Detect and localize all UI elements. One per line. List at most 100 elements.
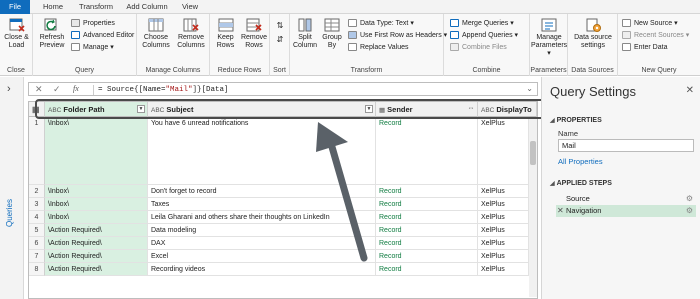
cell-displayto[interactable]: XelPlus	[478, 117, 529, 185]
tab-file[interactable]: File	[0, 0, 30, 14]
text-type-icon[interactable]: ABC	[151, 107, 164, 114]
cell-displayto[interactable]: XelPlus	[478, 211, 529, 224]
advanced-editor-button[interactable]: Advanced Editor	[71, 30, 134, 41]
record-type-icon[interactable]: ▦	[379, 107, 385, 114]
enter-data-button[interactable]: Enter Data	[622, 42, 667, 53]
cell-sender[interactable]: Record	[376, 198, 478, 211]
cell-sender[interactable]: Record	[376, 250, 478, 263]
keep-rows-button[interactable]: Keep Rows	[212, 17, 239, 50]
cell-displayto[interactable]: XelPlus	[478, 263, 529, 276]
cell-folder-path[interactable]: \Action Required\	[45, 237, 148, 250]
cell-folder-path[interactable]: \Action Required\	[45, 250, 148, 263]
cancel-formula-icon[interactable]: ✕	[35, 84, 43, 95]
row-number[interactable]: 6	[29, 237, 45, 250]
cell-subject[interactable]: DAX	[148, 237, 376, 250]
cell-sender[interactable]: Record	[376, 211, 478, 224]
row-number[interactable]: 1	[29, 117, 45, 185]
properties-button[interactable]: Properties	[71, 18, 115, 29]
cell-subject[interactable]: Excel	[148, 250, 376, 263]
cell-subject[interactable]: You have 6 unread notifications	[148, 117, 376, 185]
scrollbar-thumb[interactable]	[530, 141, 536, 165]
cell-displayto[interactable]: XelPlus	[478, 250, 529, 263]
manage-button[interactable]: Manage ▾	[71, 42, 114, 53]
refresh-preview-button[interactable]: Refresh Preview	[36, 17, 68, 50]
remove-columns-button[interactable]: Remove Columns	[174, 17, 208, 50]
queries-pane-label[interactable]: Queries	[5, 199, 14, 227]
cell-displayto[interactable]: XelPlus	[478, 237, 529, 250]
column-header-displayto[interactable]: ABC DisplayTo	[478, 102, 537, 117]
new-source-button[interactable]: New Source ▾	[622, 18, 678, 29]
vertical-scrollbar[interactable]	[529, 117, 537, 297]
tab-home[interactable]: Home	[36, 0, 70, 14]
data-type-dropdown[interactable]: Data Type: Text ▾	[348, 18, 414, 29]
cell-subject[interactable]: Taxes	[148, 198, 376, 211]
replace-values-button[interactable]: Replace Values	[348, 42, 409, 53]
close-load-button[interactable]: Close & Load	[2, 17, 31, 50]
cell-folder-path[interactable]: \Action Required\	[45, 263, 148, 276]
column-header-subject[interactable]: ABC Subject ▼	[148, 102, 376, 117]
cell-subject[interactable]: Recording videos	[148, 263, 376, 276]
cell-displayto[interactable]: XelPlus	[478, 185, 529, 198]
manage-parameters-button[interactable]: Manage Parameters ▾	[531, 17, 567, 58]
combine-files-button[interactable]: Combine Files	[450, 42, 507, 53]
sort-ascending-button[interactable]: ⇅	[273, 20, 287, 31]
row-number[interactable]: 3	[29, 198, 45, 211]
row-number[interactable]: 4	[29, 211, 45, 224]
cell-sender[interactable]: Record	[376, 224, 478, 237]
formula-input[interactable]: = Source{[Name="Mail"]}[Data]	[93, 85, 229, 95]
cell-folder-path[interactable]: \Action Required\	[45, 224, 148, 237]
cell-sender[interactable]: Record	[376, 263, 478, 276]
cell-folder-path[interactable]: \Inbox\	[45, 211, 148, 224]
group-by-button[interactable]: Group By	[320, 17, 344, 50]
column-header-sender[interactable]: ▦ Sender ⇔	[376, 102, 478, 117]
text-type-icon[interactable]: ABC	[48, 107, 61, 114]
cell-folder-path[interactable]: \Inbox\	[45, 198, 148, 211]
row-number[interactable]: 7	[29, 250, 45, 263]
cell-folder-path[interactable]: \Inbox\	[45, 117, 148, 185]
tab-transform[interactable]: Transform	[74, 0, 118, 14]
tab-add-column[interactable]: Add Column	[122, 0, 172, 14]
row-number[interactable]: 2	[29, 185, 45, 198]
applied-step-source[interactable]: Source ⚙	[556, 193, 696, 205]
cell-sender[interactable]: Record	[376, 117, 478, 185]
cell-subject[interactable]: Data modeling	[148, 224, 376, 237]
cell-folder-path[interactable]: \Inbox\	[45, 185, 148, 198]
tab-view[interactable]: View	[176, 0, 204, 14]
fx-icon[interactable]: fx	[73, 84, 79, 93]
row-number[interactable]: 5	[29, 224, 45, 237]
expand-formula-icon[interactable]: ⌄	[526, 84, 533, 93]
column-header-folder-path[interactable]: ABC Folder Path ▼	[45, 102, 148, 117]
cell-subject[interactable]: Don't forget to record	[148, 185, 376, 198]
applied-steps-section-header[interactable]: ◢ APPLIED STEPS	[550, 180, 612, 187]
cell-displayto[interactable]: XelPlus	[478, 224, 529, 237]
append-queries-button[interactable]: Append Queries ▾	[450, 30, 518, 41]
row-number[interactable]: 8	[29, 263, 45, 276]
gear-icon[interactable]: ⚙	[686, 205, 693, 217]
filter-dropdown-icon[interactable]: ▼	[137, 105, 145, 113]
cell-subject[interactable]: Leila Gharani and others share their tho…	[148, 211, 376, 224]
query-name-field[interactable]: Mail	[558, 139, 694, 152]
data-source-settings-button[interactable]: Data source settings	[570, 17, 616, 50]
close-icon[interactable]: ✕	[686, 85, 694, 96]
use-first-row-button[interactable]: Use First Row as Headers ▾	[348, 30, 447, 41]
split-column-button[interactable]: Split Column	[292, 17, 318, 50]
choose-columns-button[interactable]: Choose Columns	[140, 17, 172, 50]
remove-rows-button[interactable]: Remove Rows	[239, 17, 269, 50]
cell-displayto[interactable]: XelPlus	[478, 198, 529, 211]
gear-icon[interactable]: ⚙	[686, 193, 693, 205]
applied-step-navigation[interactable]: ✕ Navigation ⚙	[556, 205, 696, 217]
cell-sender[interactable]: Record	[376, 185, 478, 198]
sort-descending-button[interactable]: ⇵	[273, 34, 287, 45]
commit-formula-icon[interactable]: ✓	[53, 84, 61, 95]
properties-section-header[interactable]: ◢ PROPERTIES	[550, 117, 602, 124]
filter-dropdown-icon[interactable]: ▼	[365, 105, 373, 113]
recent-sources-button[interactable]: Recent Sources ▾	[622, 30, 689, 41]
text-type-icon[interactable]: ABC	[481, 107, 494, 114]
all-properties-link[interactable]: All Properties	[558, 157, 603, 166]
table-menu-button[interactable]: ▦	[29, 102, 45, 117]
expand-queries-button[interactable]: ›	[7, 83, 11, 95]
delete-step-icon[interactable]: ✕	[557, 205, 564, 217]
expand-column-icon[interactable]: ⇔	[467, 105, 475, 113]
merge-queries-button[interactable]: Merge Queries ▾	[450, 18, 514, 29]
cell-sender[interactable]: Record	[376, 237, 478, 250]
